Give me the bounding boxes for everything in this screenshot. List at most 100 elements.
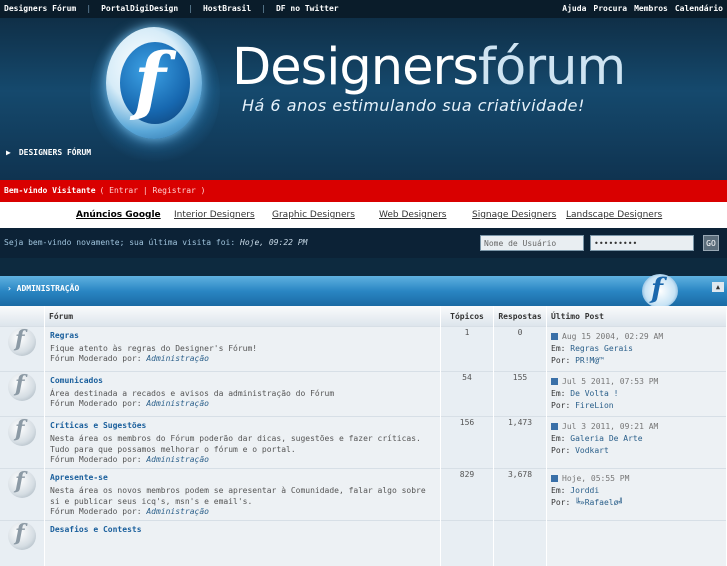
reply-count: 155 [493, 371, 547, 417]
topic-count: 54 [440, 371, 494, 417]
breadcrumb-arrow-icon: ▶ [6, 148, 11, 157]
forum-moderators: Fórum Moderado por: Administração [50, 455, 435, 464]
header-topics: Tópicos [440, 306, 494, 327]
last-post-date-line: Hoje, 05:55 PM [551, 473, 722, 485]
moderator-link[interactable]: Administração [146, 455, 209, 464]
forum-title-link[interactable]: Comunicados [50, 376, 435, 385]
last-post-icon[interactable] [551, 423, 558, 430]
breadcrumb-link[interactable]: DESIGNERS FÓRUM [19, 148, 91, 157]
last-post-date-line: Jul 3 2011, 09:21 AM [551, 421, 722, 433]
last-visit-text: Seja bem-vindo novamente; sua última vis… [4, 238, 307, 247]
last-post-icon[interactable] [551, 475, 558, 482]
ad-link-interior-designers[interactable]: Interior Designers [174, 202, 255, 228]
last-post-topic-link[interactable]: Regras Gerais [570, 344, 633, 353]
last-post-in-prefix: Em: [551, 389, 566, 398]
moderator-link[interactable]: Administração [146, 507, 209, 516]
moderator-link[interactable]: Administração [146, 354, 209, 363]
last-post-author-link[interactable]: Vodkart [575, 446, 609, 455]
topic-count: 1 [440, 326, 494, 372]
forum-status-icon: f [8, 416, 36, 446]
forum-status-icon: f [8, 371, 36, 401]
top-link-ajuda[interactable]: Ajuda [562, 4, 586, 13]
last-post-author-link[interactable]: PR!M@™ [575, 356, 604, 365]
password-input[interactable]: ••••••••• [590, 235, 694, 251]
last-visit-bar: Seja bem-vindo novamente; sua última vis… [0, 228, 727, 258]
ad-link-signage-designers[interactable]: Signage Designers [472, 202, 556, 228]
last-post-author-line: Por: PR!M@™ [551, 355, 722, 367]
category-logo-icon: f [642, 272, 678, 308]
ad-link-web-designers[interactable]: Web Designers [379, 202, 446, 228]
last-post-author-line: Por: ╚»Rafaelø╝ [551, 497, 722, 509]
table-row: f Apresente-se Nesta área os novos membr… [0, 468, 727, 521]
forum-title-link[interactable]: Apresente-se [50, 473, 435, 482]
forum-table-header: Fórum Tópicos Respostas Último Post [0, 306, 727, 327]
forum-table: Fórum Tópicos Respostas Último Post f Re… [0, 306, 727, 566]
forum-description: Área destinada a recados e avisos da adm… [50, 389, 335, 398]
last-post-icon[interactable] [551, 333, 558, 340]
brand-title[interactable]: Designersfórum [232, 38, 626, 97]
top-link-membros[interactable]: Membros [634, 4, 668, 13]
site-header-banner: f Designersfórum Há 6 anos estimulando s… [0, 18, 727, 180]
top-link-df-twitter[interactable]: DF no Twitter [276, 4, 339, 13]
last-post-topic-link[interactable]: Jorddi [570, 486, 599, 495]
top-link-designers-forum[interactable]: Designers Fórum [4, 4, 76, 13]
last-post-topic-link[interactable]: Galeria De Arte [570, 434, 642, 443]
top-links: Designers Fórum | PortalDigiDesign | HostB… [4, 4, 349, 13]
last-post-topic-link[interactable]: De Volta ! [570, 389, 618, 398]
breadcrumb: ▶ DESIGNERS FÓRUM [6, 148, 91, 157]
moderator-prefix: Fórum Moderado por: [50, 399, 142, 408]
last-post-in-prefix: Em: [551, 486, 566, 495]
table-row: f Regras Fique atento às regras do Desig… [0, 326, 727, 372]
forum-title-link[interactable]: Regras [50, 331, 435, 340]
brand-main: Designers [232, 38, 479, 97]
separator: | [188, 4, 193, 13]
forum-status-cell: f [0, 520, 45, 566]
forum-title-link[interactable]: Desafios e Contests [50, 525, 435, 534]
table-row: f Desafios e Contests [0, 520, 727, 566]
category-header: › ADMINISTRAÇÃO f ▲ [0, 272, 727, 308]
forum-status-cell: f [0, 416, 45, 469]
topic-count: 156 [440, 416, 494, 469]
last-post-by-prefix: Por: [551, 498, 571, 507]
moderator-link[interactable]: Administração [146, 399, 209, 408]
top-link-portaldigidesign[interactable]: PortalDigiDesign [101, 4, 178, 13]
welcome-text: Bem-vindo Visitante [4, 186, 96, 195]
last-post-author-link[interactable]: ╚»Rafaelø╝ [575, 498, 623, 507]
last-post-by-prefix: Por: [551, 356, 571, 365]
top-link-calendario[interactable]: Calendário [675, 4, 723, 13]
last-post-icon[interactable] [551, 378, 558, 385]
last-post-topic-line: Em: Jorddi [551, 485, 722, 497]
forum-moderators: Fórum Moderado por: Administração [50, 354, 435, 363]
last-post-date: Aug 15 2004, 02:29 AM [562, 332, 664, 341]
last-post-author-line: Por: Vodkart [551, 445, 722, 457]
forum-description: Nesta área os membros do Fórum poderão d… [50, 434, 421, 454]
login-go-button[interactable]: GO [703, 235, 719, 251]
forum-status-cell: f [0, 371, 45, 417]
forum-info: Apresente-se Nesta área os novos membros… [44, 468, 441, 521]
topic-count: 829 [440, 468, 494, 521]
collapse-icon[interactable]: ▲ [712, 282, 724, 292]
ad-link-landscape-designers[interactable]: Landscape Designers [566, 202, 662, 228]
ad-link-graphic-designers[interactable]: Graphic Designers [272, 202, 355, 228]
last-post-author-link[interactable]: FireLion [575, 401, 614, 410]
welcome-bar: Bem-vindo Visitante ( Entrar | Registrar … [0, 180, 727, 202]
forum-info: Comunicados Área destinada a recados e a… [44, 371, 441, 417]
reply-count [493, 520, 547, 566]
category-title[interactable]: › ADMINISTRAÇÃO [7, 284, 79, 293]
forum-title-link[interactable]: Críticas e Sugestões [50, 421, 435, 430]
forum-moderators: Fórum Moderado por: Administração [50, 399, 435, 408]
header-last-post: Último Post [546, 306, 727, 327]
moderator-prefix: Fórum Moderado por: [50, 455, 142, 464]
last-post-date-line: Jul 5 2011, 07:53 PM [551, 376, 722, 388]
reply-count: 1,473 [493, 416, 547, 469]
topic-count [440, 520, 494, 566]
ads-google-label[interactable]: Anúncios Google [76, 202, 161, 228]
last-post-cell: Jul 5 2011, 07:53 PM Em: De Volta ! Por:… [546, 371, 727, 417]
top-link-hostbrasil[interactable]: HostBrasil [203, 4, 251, 13]
username-input[interactable]: Nome de Usuário [480, 235, 584, 251]
login-register-links[interactable]: ( Entrar | Registrar ) [100, 186, 206, 195]
forum-logo-icon[interactable]: f [134, 38, 166, 124]
forum-status-icon: f [8, 326, 36, 356]
separator: | [86, 4, 92, 13]
top-link-procura[interactable]: Procura [593, 4, 627, 13]
